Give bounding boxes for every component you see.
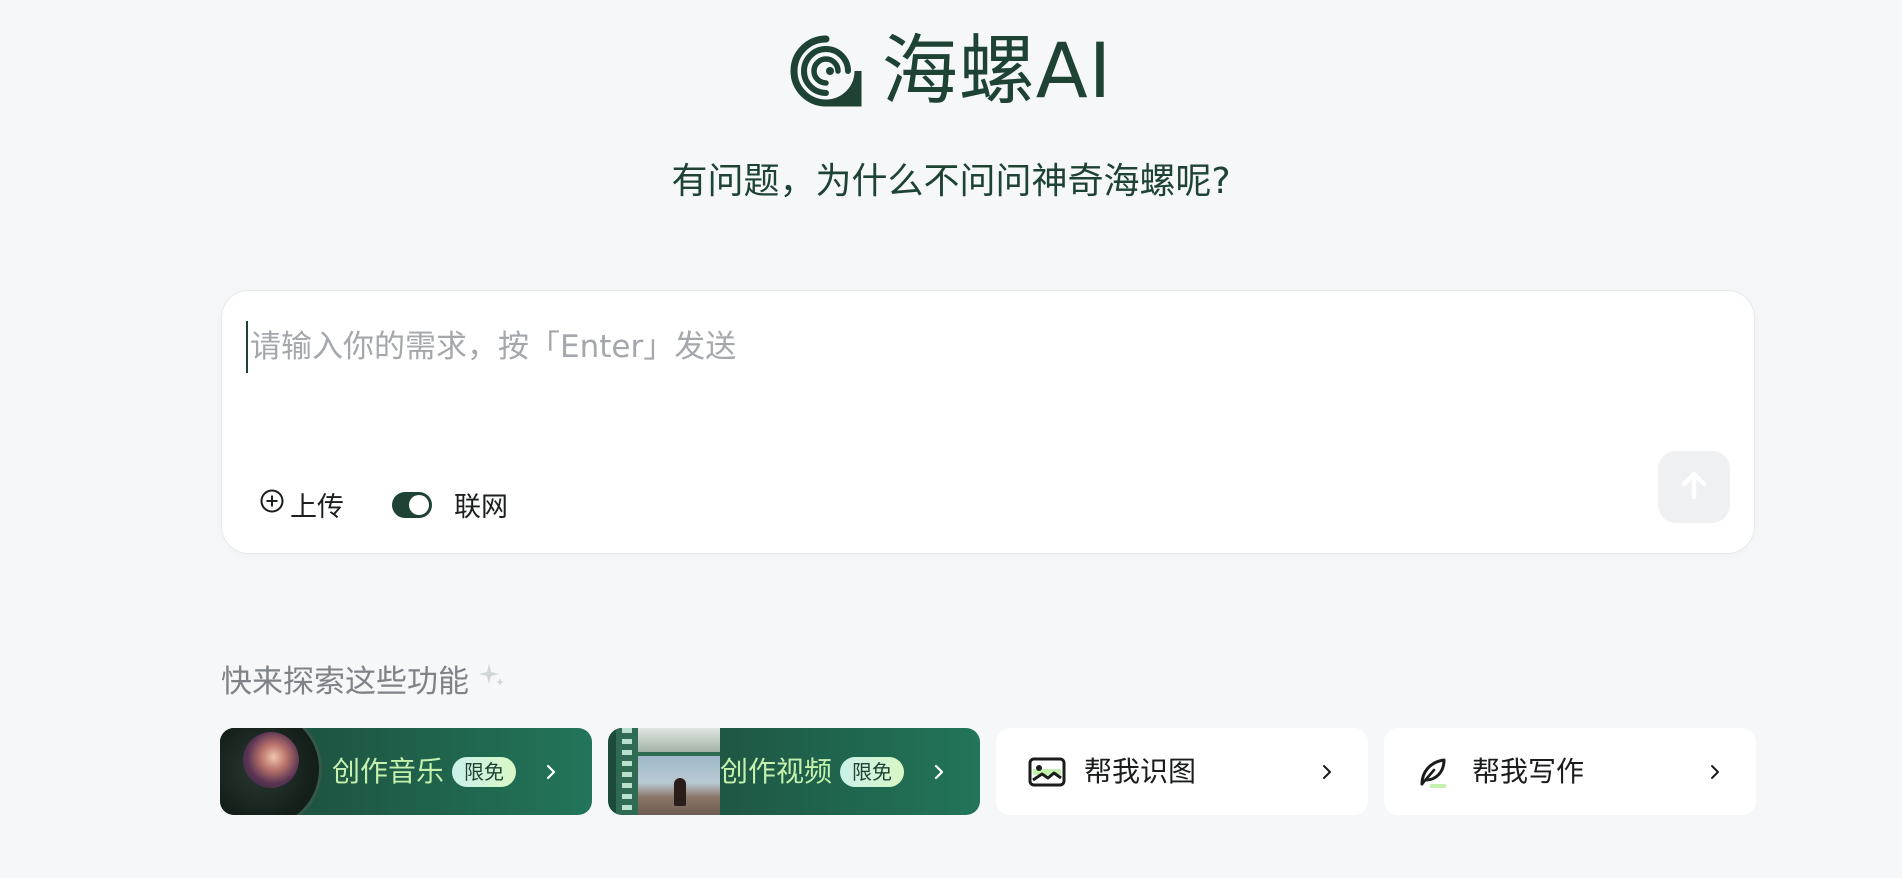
chevron-right-icon: [932, 728, 946, 815]
feature-label: 帮我识图: [1084, 755, 1197, 788]
plus-circle-icon: [258, 487, 286, 522]
snail-shell-icon: [790, 35, 862, 107]
album-cover: [243, 732, 299, 788]
vinyl-record-icon: [220, 728, 322, 815]
arrow-up-icon: [1676, 467, 1712, 507]
prompt-input[interactable]: [246, 321, 1652, 373]
film-perforations: [622, 728, 632, 815]
feature-label: 创作音乐: [332, 755, 445, 788]
chevron-right-icon: [544, 728, 558, 815]
sparkle-icon: [477, 660, 507, 698]
page-subtitle: 有问题，为什么不问问神奇海螺呢?: [671, 161, 1231, 202]
feature-card-music[interactable]: 创作音乐 限免: [220, 728, 592, 815]
chat-input-card: 上传 联网: [221, 290, 1755, 554]
toggle-knob: [409, 494, 429, 515]
logo: 海螺AI: [0, 28, 1902, 114]
feather-pen-icon: [1416, 756, 1450, 794]
feature-card-writing[interactable]: 帮我写作: [1384, 728, 1756, 815]
feature-label: 帮我写作: [1472, 755, 1585, 788]
explore-title: 快来探索这些功能: [221, 664, 469, 700]
feature-cards: 创作音乐 限免 创作视频 限免 帮我识图 帮我写作: [220, 728, 1756, 815]
film-frame: [638, 728, 720, 752]
home-page: 海螺AI 有问题，为什么不问问神奇海螺呢? 上传 联网: [0, 0, 1902, 878]
film-strip-icon: [616, 728, 720, 815]
feature-label: 创作视频: [720, 755, 833, 788]
send-button[interactable]: [1658, 451, 1730, 523]
upload-label: 上传: [290, 492, 344, 523]
film-figure: [674, 778, 686, 806]
explore-heading: 快来探索这些功能: [221, 656, 507, 701]
image-icon: [1028, 756, 1066, 792]
chevron-right-icon: [1320, 728, 1334, 815]
chevron-right-icon: [1708, 728, 1722, 815]
upload-button[interactable]: 上传: [258, 485, 344, 524]
feature-card-video[interactable]: 创作视频 限免: [608, 728, 980, 815]
logo-text: 海螺AI: [881, 26, 1113, 115]
web-search-label: 联网: [454, 492, 508, 523]
free-badge: 限免: [452, 757, 516, 787]
web-search-toggle[interactable]: 联网: [392, 485, 508, 524]
feature-card-image-recognition[interactable]: 帮我识图: [996, 728, 1368, 815]
free-badge: 限免: [840, 757, 904, 787]
toggle-switch[interactable]: [392, 491, 432, 518]
